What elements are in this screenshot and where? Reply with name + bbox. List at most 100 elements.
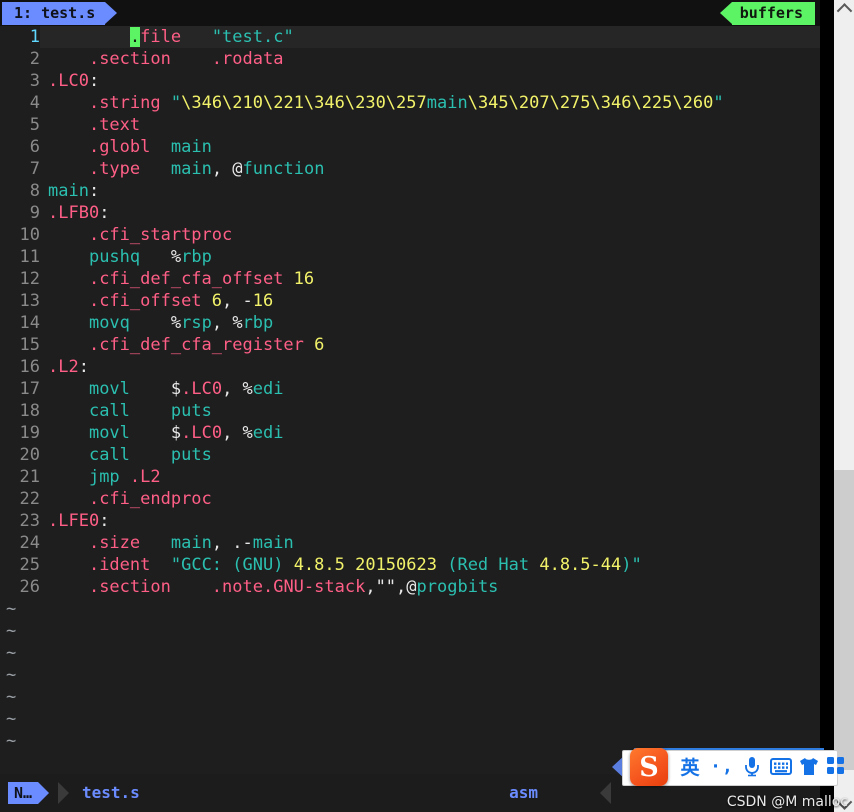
- code-token: function: [242, 159, 325, 179]
- code-line[interactable]: 15 .cfi_def_cfa_register 6: [0, 334, 833, 356]
- line-number: 5: [29, 115, 40, 135]
- code-line[interactable]: 25 .ident "GCC: (GNU) 4.8.5 20150623 (Re…: [0, 554, 833, 576]
- code-token: .section: [88, 577, 171, 597]
- scrollbar-up-button[interactable]: [834, 0, 854, 19]
- code-line[interactable]: 24 .size main, .-main: [0, 532, 833, 554]
- chevron-up-icon: [836, 2, 852, 19]
- code-token: :: [78, 357, 89, 377]
- line-number: 21: [19, 467, 40, 487]
- code-token: .note.GNU-stack: [211, 577, 366, 597]
- code-token: .LFB0: [48, 203, 100, 223]
- code-line[interactable]: 4 .string "\346\210\221\346\230\257main\…: [0, 92, 833, 114]
- code-token: ,: [222, 379, 243, 399]
- code-token: .ident: [88, 555, 151, 575]
- line-number: 18: [19, 401, 40, 421]
- code-token: .LC0: [181, 423, 223, 443]
- status-mode-badge: N…: [8, 782, 50, 804]
- code-token: progbits: [416, 577, 499, 597]
- status-filetype: asm: [509, 783, 538, 802]
- code-token: edi: [252, 423, 284, 443]
- scrollbar-thumb[interactable]: [834, 470, 854, 770]
- code-line[interactable]: 11 pushq %rbp: [0, 246, 833, 268]
- empty-lines: ~ ~ ~ ~ ~ ~ ~: [0, 598, 833, 752]
- line-number: 2: [29, 49, 40, 69]
- ime-punctuation-toggle[interactable]: ·,: [710, 750, 734, 782]
- ime-language-label: 英: [680, 756, 700, 779]
- code-line[interactable]: 3 .LC0:: [0, 70, 833, 92]
- code-line[interactable]: 21 jmp .L2: [0, 466, 833, 488]
- status-mode-label: N…: [14, 784, 33, 802]
- vim-editor[interactable]: 1: test.s buffers 1 .file "test.c" 2 .sec…: [0, 0, 833, 812]
- line-text: .cfi_endproc: [40, 488, 212, 510]
- code-token: .LC0: [48, 71, 89, 91]
- line-text: .cfi_offset 6, -16: [40, 290, 273, 312]
- code-token: main: [170, 159, 212, 179]
- sogou-logo-icon[interactable]: S: [630, 748, 668, 786]
- code-token: .text: [88, 115, 141, 135]
- code-line[interactable]: 10 .cfi_startproc: [0, 224, 833, 246]
- code-token: $: [170, 423, 182, 443]
- code-token: 16: [252, 291, 274, 311]
- code-token: pushq: [88, 247, 141, 267]
- code-line[interactable]: 1 .file "test.c": [0, 26, 833, 48]
- code-line[interactable]: 13 .cfi_offset 6, -16: [0, 290, 833, 312]
- code-line[interactable]: 19 movl $.LC0, %edi: [0, 422, 833, 444]
- code-line[interactable]: 2 .section .rodata: [0, 48, 833, 70]
- code-line[interactable]: 6 .globl main: [0, 136, 833, 158]
- code-line[interactable]: 14 movq %rsp, %rbp: [0, 312, 833, 334]
- code-line[interactable]: 18 call puts: [0, 400, 833, 422]
- microphone-icon[interactable]: [740, 750, 764, 782]
- code-line[interactable]: 8 main:: [0, 180, 833, 202]
- keyboard-icon[interactable]: [769, 750, 793, 782]
- line-number: 24: [19, 533, 40, 553]
- scrollbar[interactable]: [834, 0, 854, 812]
- code-token: %: [242, 379, 253, 399]
- buffers-label: buffers: [739, 4, 803, 22]
- line-text: .cfi_def_cfa_offset 16: [40, 268, 314, 290]
- line-text: .LFB0:: [40, 202, 109, 224]
- code-token: .cfi_def_cfa_register: [88, 335, 304, 355]
- code-token: $: [170, 379, 182, 399]
- code-line[interactable]: 26 .section .note.GNU-stack,"",@progbits: [0, 576, 833, 598]
- code-token: main: [170, 137, 212, 157]
- code-line[interactable]: 5 .text: [0, 114, 833, 136]
- ime-language-toggle[interactable]: 英: [676, 750, 704, 782]
- code-line[interactable]: 22 .cfi_endproc: [0, 488, 833, 510]
- code-line[interactable]: 12 .cfi_def_cfa_offset 16: [0, 268, 833, 290]
- buffers-indicator[interactable]: buffers: [719, 2, 815, 25]
- code-token: , .-: [211, 533, 253, 553]
- code-token: %: [170, 313, 182, 333]
- tshirt-icon[interactable]: [797, 750, 821, 782]
- line-number: 3: [29, 71, 40, 91]
- code-token: call: [88, 401, 130, 421]
- code-line[interactable]: 20 call puts: [0, 444, 833, 466]
- line-number: 10: [19, 225, 40, 245]
- code-token: .globl: [88, 137, 151, 157]
- tab-test-s[interactable]: 1: test.s: [2, 2, 118, 25]
- code-token: %: [232, 313, 243, 333]
- line-number: 14: [19, 313, 40, 333]
- buffers-arrow-icon: [719, 2, 732, 24]
- code-line[interactable]: 7 .type main, @function: [0, 158, 833, 180]
- code-line[interactable]: 9 .LFB0:: [0, 202, 833, 224]
- tab-label: 1: test.s: [14, 4, 96, 22]
- code-token: rbp: [181, 247, 212, 267]
- line-number: 4: [29, 93, 40, 113]
- code-line[interactable]: 17 movl $.LC0, %edi: [0, 378, 833, 400]
- code-line[interactable]: 16 .L2:: [0, 356, 833, 378]
- code-area[interactable]: 1 .file "test.c" 2 .section .rodata 3 .LC0:…: [0, 26, 833, 774]
- line-number: 23: [19, 511, 40, 531]
- code-line[interactable]: 23 .LFE0:: [0, 510, 833, 532]
- grid-menu-icon[interactable]: [824, 750, 848, 782]
